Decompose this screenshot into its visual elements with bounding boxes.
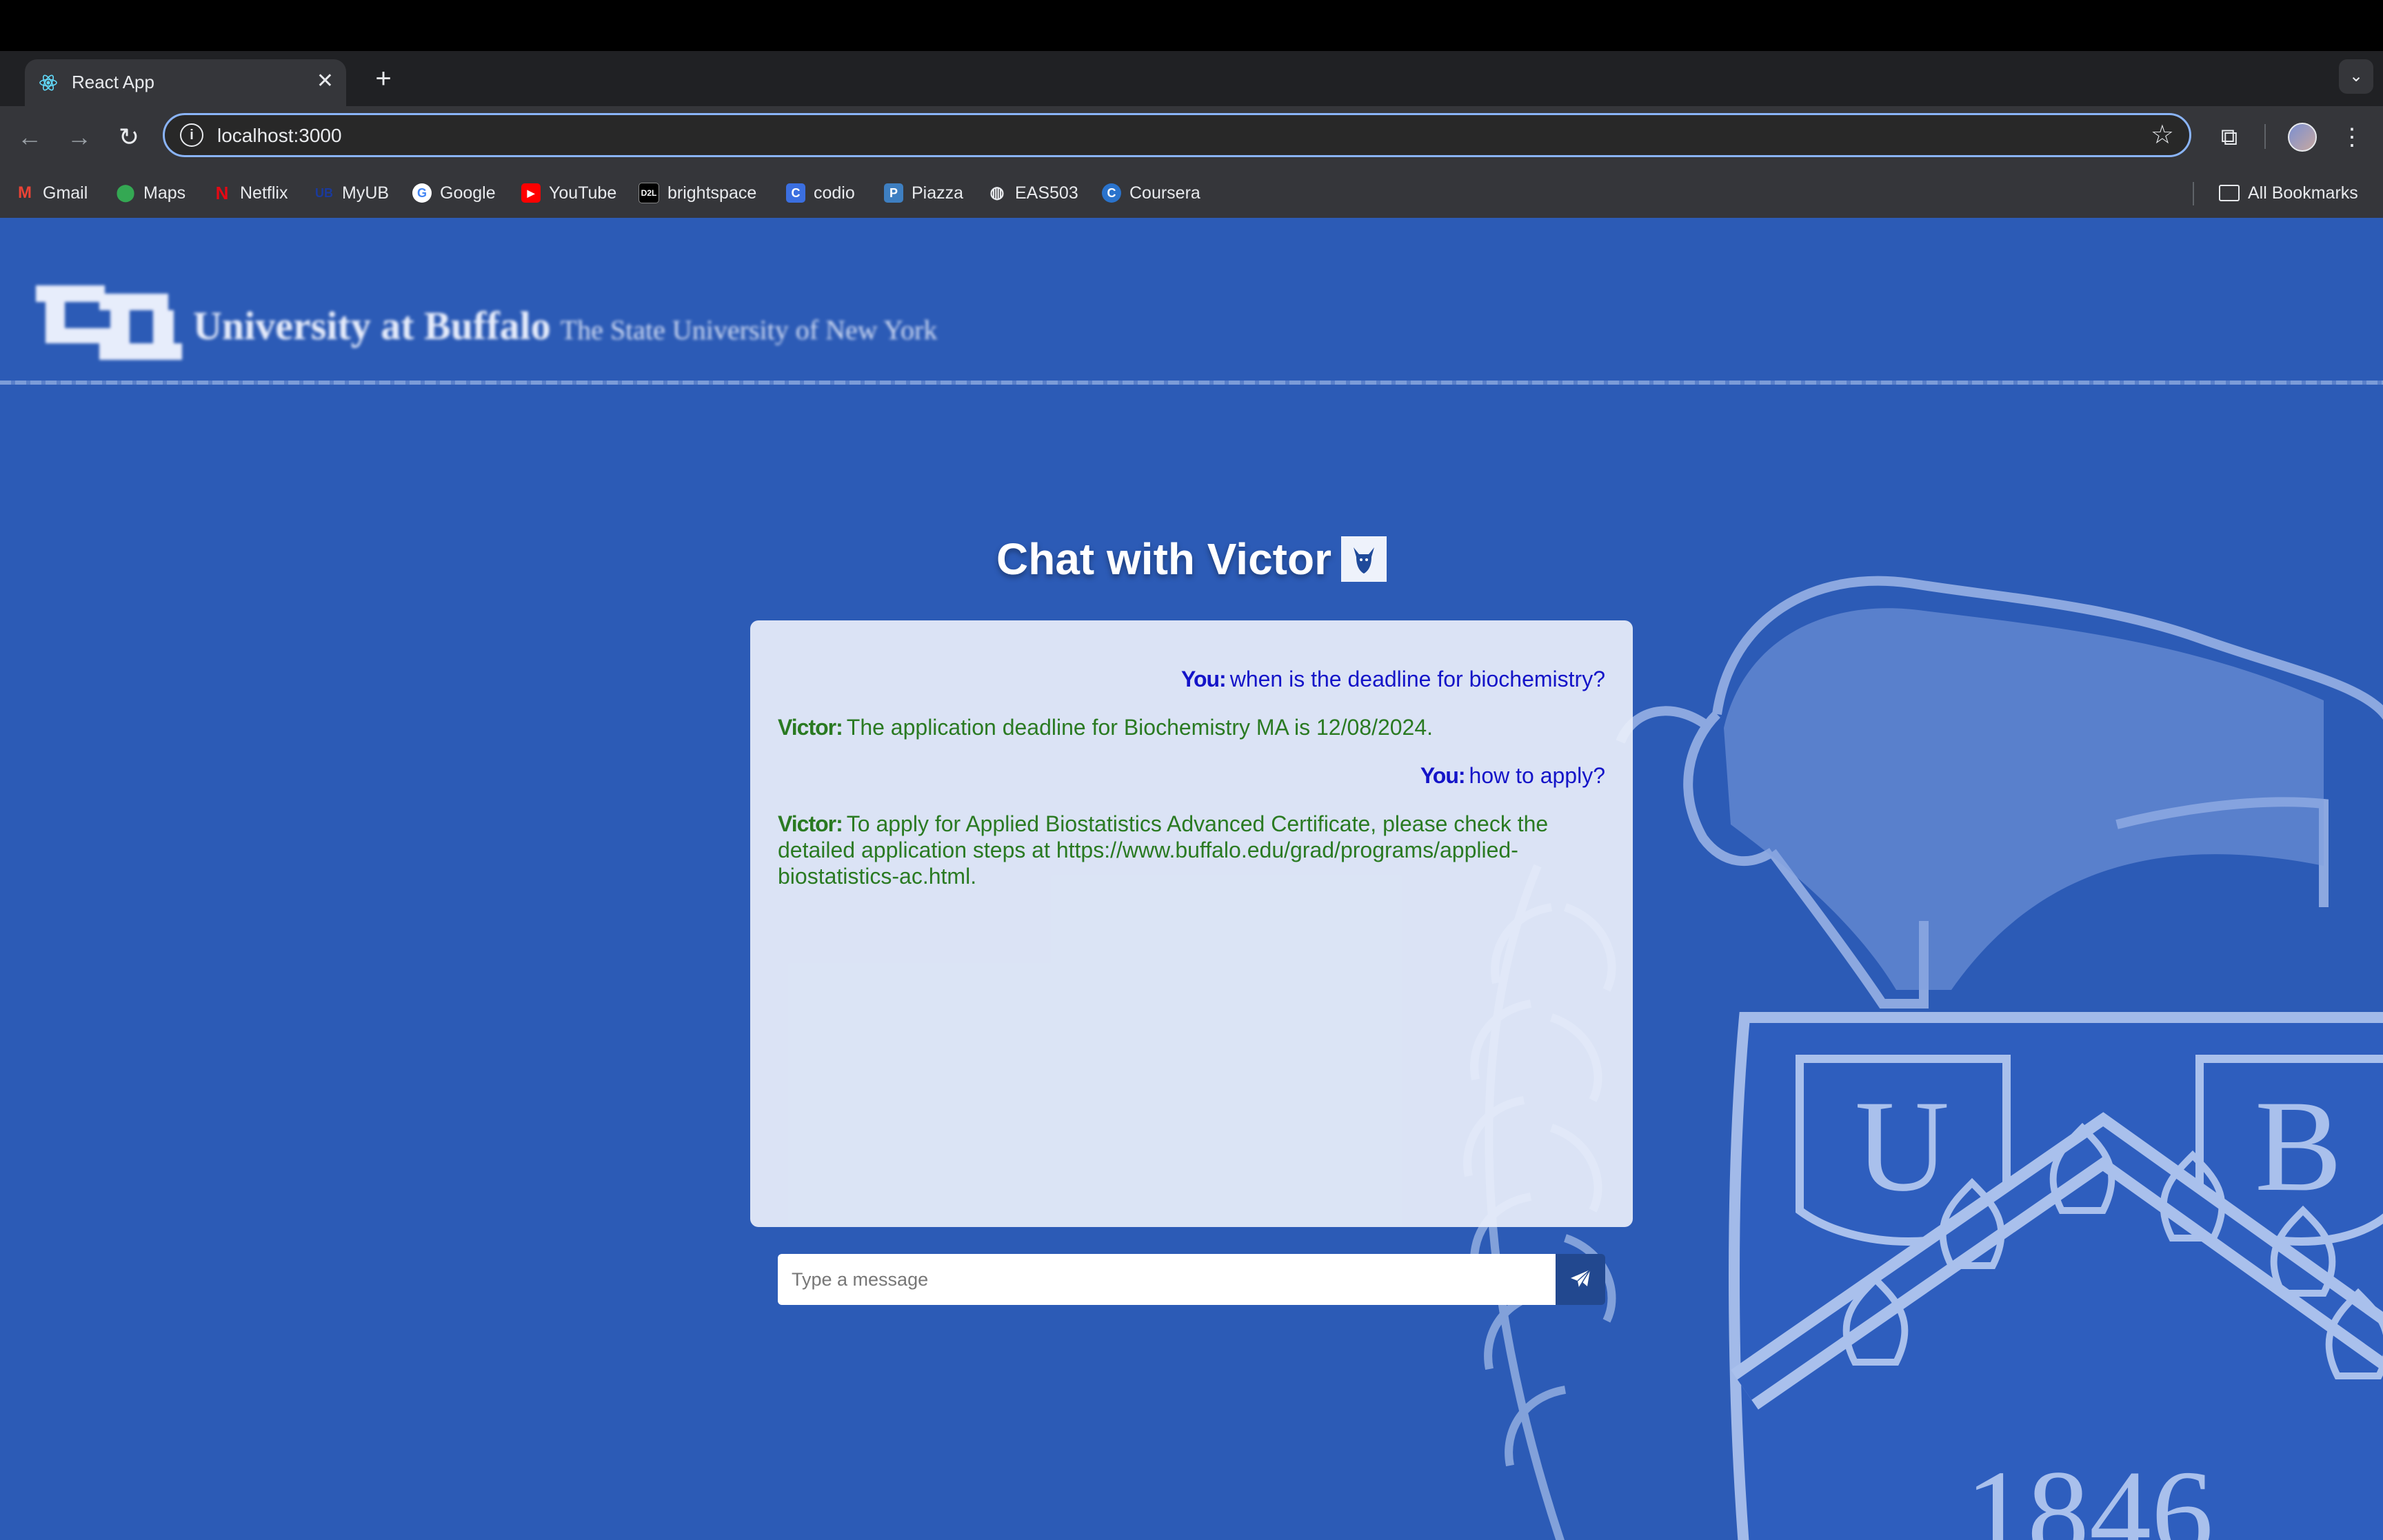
bookmark-eas503[interactable]: ◍ EAS503 — [987, 181, 1078, 205]
address-url[interactable]: localhost:3000 — [217, 125, 342, 147]
message-text: how to apply? — [1469, 763, 1605, 788]
react-icon — [39, 74, 57, 91]
ub-monogram-icon — [36, 285, 182, 360]
bookmark-google[interactable]: G Google — [412, 181, 496, 205]
ub-brand-subtitle: The State University of New York — [560, 314, 938, 345]
ub-logo: University at Buffalo The State Universi… — [36, 280, 937, 360]
close-tab-icon[interactable]: ✕ — [316, 69, 334, 94]
browser-toolbar: ← → ↻ i localhost:3000 ☆ ⧉ ⋮ — [0, 106, 2383, 168]
message-sender: You: — [1420, 763, 1466, 788]
site-info-icon[interactable]: i — [180, 123, 203, 147]
address-bar[interactable]: i localhost:3000 ☆ — [163, 113, 2191, 157]
ub-brand-name: University at Buffalo — [193, 303, 551, 348]
message-text: when is the deadline for biochemistry? — [1229, 667, 1605, 691]
chat-title-text: Chat with Victor — [996, 534, 1331, 584]
bookmark-coursera[interactable]: C Coursera — [1102, 181, 1200, 205]
maps-pin-icon: ⬤ — [116, 183, 135, 202]
piazza-icon: P — [884, 183, 903, 203]
bookmark-netflix[interactable]: N Netflix — [212, 181, 288, 205]
send-button[interactable] — [1556, 1254, 1605, 1305]
forward-arrow-icon[interactable]: → — [62, 120, 97, 154]
window-top-bar — [0, 0, 2383, 51]
google-icon: G — [412, 183, 432, 203]
tab-strip: React App ✕ + ⌄ — [0, 51, 2383, 106]
all-bookmarks-button[interactable]: All Bookmarks — [2219, 181, 2358, 205]
bookmark-youtube[interactable]: ▶ YouTube — [521, 181, 616, 205]
youtube-icon: ▶ — [521, 183, 541, 203]
message-input[interactable] — [778, 1254, 1556, 1305]
chat-messages-panel[interactable]: You: when is the deadline for biochemistr… — [750, 620, 1633, 1227]
chat-message-bot: Victor: The application deadline for Bioc… — [778, 714, 1605, 740]
bookmark-star-icon[interactable]: ☆ — [2151, 119, 2174, 150]
bookmark-codio[interactable]: C codio — [786, 181, 855, 205]
new-tab-button[interactable]: + — [363, 58, 404, 99]
bookmarks-bar: M Gmail ⬤ Maps N Netflix UB MyUB G Googl… — [0, 168, 2383, 219]
coursera-icon: C — [1102, 183, 1121, 203]
folder-icon — [2219, 185, 2240, 201]
browser-tab-react-app[interactable]: React App ✕ — [25, 59, 346, 106]
bookmark-myub[interactable]: UB MyUB — [314, 181, 389, 205]
globe-icon: ◍ — [989, 183, 1005, 202]
bookmarks-divider — [2193, 182, 2194, 205]
message-sender: Victor: — [778, 811, 843, 836]
message-sender: Victor: — [778, 715, 843, 740]
tab-title: React App — [72, 72, 154, 92]
svg-text:U: U — [1855, 1074, 1949, 1219]
victor-bull-icon — [1340, 536, 1387, 582]
bookmark-maps[interactable]: ⬤ Maps — [116, 181, 186, 205]
extensions-puzzle-icon[interactable]: ⧉ — [2212, 120, 2246, 154]
bookmark-gmail[interactable]: M Gmail — [15, 181, 88, 205]
send-paper-plane-icon — [1571, 1269, 1591, 1288]
bookmark-piazza[interactable]: P Piazza — [884, 181, 963, 205]
header-divider — [0, 381, 2383, 385]
chat-message-bot: Victor: To apply for Applied Biostatistic… — [778, 811, 1605, 889]
app-page: University at Buffalo The State Universi… — [0, 218, 2383, 1540]
chat-message-user: You: how to apply? — [778, 762, 1605, 789]
message-text: To apply for Applied Biostatistics Advan… — [778, 811, 1549, 889]
seal-year: 1846 — [1965, 1445, 2213, 1540]
toolbar-divider — [2264, 124, 2266, 149]
chat-message-user: You: when is the deadline for biochemistr… — [778, 666, 1605, 692]
back-arrow-icon[interactable]: ← — [12, 120, 47, 154]
bookmark-brightspace[interactable]: D2L brightspace — [639, 181, 756, 205]
netflix-icon: N — [215, 183, 229, 203]
codio-icon: C — [786, 183, 805, 203]
message-composer — [778, 1254, 1605, 1305]
d2l-icon: D2L — [639, 183, 659, 203]
gmail-icon: M — [18, 183, 32, 202]
browser-menu-icon[interactable]: ⋮ — [2335, 120, 2369, 154]
chat-title: Chat with Victor — [996, 534, 1387, 585]
message-text: The application deadline for Biochemistr… — [846, 715, 1434, 740]
myub-icon: UB — [315, 186, 333, 200]
reload-icon[interactable]: ↻ — [112, 120, 146, 154]
message-sender: You: — [1180, 667, 1227, 691]
tab-search-chevron-icon[interactable]: ⌄ — [2339, 59, 2373, 94]
svg-text:B: B — [2255, 1074, 2342, 1219]
chat-header: Chat with Victor — [0, 534, 2383, 585]
profile-avatar[interactable] — [2288, 123, 2317, 152]
